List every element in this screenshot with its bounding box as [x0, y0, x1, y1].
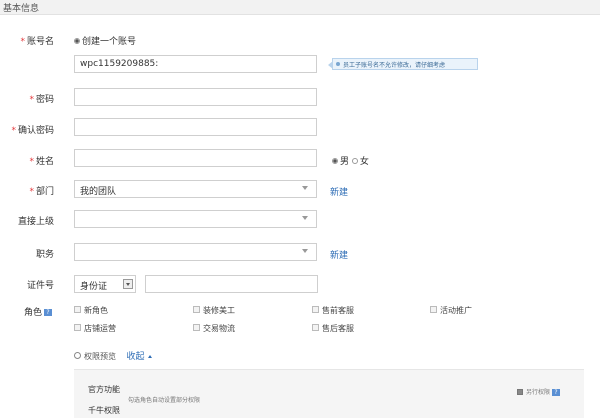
section-header: 基本信息 — [0, 0, 600, 15]
help-icon[interactable]: ? — [552, 389, 561, 396]
create-account-radio[interactable]: 创建一个账号 — [74, 34, 136, 47]
checkbox-icon — [430, 306, 437, 313]
chevron-down-icon — [302, 186, 308, 190]
confirm-password-input[interactable] — [74, 118, 317, 136]
dropdown-button[interactable] — [123, 279, 133, 289]
role-checkbox[interactable]: 装修美工 — [193, 305, 235, 316]
checkbox-icon — [312, 306, 319, 313]
search-icon — [74, 352, 81, 359]
role-checkbox[interactable]: 售前客服 — [312, 305, 354, 316]
chevron-down-icon — [302, 216, 308, 220]
department-new-link[interactable]: 新建 — [330, 185, 348, 198]
chevron-down-icon — [126, 283, 130, 286]
radio-selected-icon — [332, 157, 338, 164]
radio-empty-icon — [351, 157, 358, 164]
role-checkbox[interactable]: 店铺运营 — [74, 323, 116, 334]
password-input[interactable] — [74, 88, 317, 106]
info-icon — [336, 62, 340, 66]
chevron-down-icon — [302, 249, 308, 253]
radio-selected-icon — [74, 37, 80, 44]
permission-panel: 官方功能 勾选角色自动设置部分权限 千牛权限 另行权限? — [74, 369, 584, 418]
id-type-select[interactable]: 身份证 — [74, 275, 136, 293]
checkbox-icon — [193, 324, 200, 331]
permission-preview-label[interactable]: 权限预览 — [84, 352, 116, 361]
roles-label: 角色? — [24, 305, 68, 318]
department-label: * 部门 — [29, 187, 54, 197]
checkbox-icon — [517, 388, 523, 395]
account-label: * 账号名 — [20, 37, 54, 47]
official-permissions-label: 官方功能 — [88, 385, 120, 394]
gender-female-radio[interactable]: 女 — [351, 157, 369, 167]
role-checkbox[interactable]: 交易物流 — [193, 323, 235, 334]
account-name-input[interactable]: wpc1159209885: — [74, 55, 317, 73]
checkbox-icon — [74, 306, 81, 313]
checkbox-icon — [193, 306, 200, 313]
position-new-link[interactable]: 新建 — [330, 248, 348, 261]
account-tip: 员工子账号名不允许修改，请仔细考虑 — [328, 58, 478, 70]
position-label: 职务 — [35, 250, 54, 260]
chevron-up-icon — [147, 355, 152, 358]
gender-male-radio[interactable]: 男 — [332, 157, 349, 167]
id-number-label: 证件号 — [26, 281, 54, 291]
permission-hint: 勾选角色自动设置部分权限 — [128, 397, 201, 404]
checkbox-icon — [74, 324, 81, 331]
supervisor-select[interactable] — [74, 210, 317, 228]
checkbox-icon — [312, 324, 319, 331]
collapse-link[interactable]: 收起 — [127, 352, 145, 362]
id-number-input[interactable] — [145, 275, 318, 293]
confirm-password-label: * 确认密码 — [11, 126, 54, 136]
permission-preview-row: 权限预览 收起 — [74, 349, 152, 362]
role-checkbox[interactable]: 售后客服 — [312, 323, 354, 334]
help-icon[interactable]: ? — [44, 309, 53, 316]
position-select[interactable] — [74, 243, 317, 261]
name-label: * 姓名 — [29, 157, 54, 167]
name-input[interactable] — [74, 149, 317, 167]
supplement-permission-option[interactable]: 另行权限? — [517, 387, 561, 396]
section-title: 基本信息 — [3, 4, 40, 14]
role-checkbox[interactable]: 活动推广 — [430, 305, 472, 316]
qianniu-permissions-label: 千牛权限 — [88, 406, 120, 415]
department-select[interactable]: 我的团队 — [74, 180, 317, 198]
gender-radio-group: 男 女 — [332, 154, 369, 167]
supervisor-label: 直接上级 — [17, 217, 54, 227]
role-checkbox[interactable]: 新角色 — [74, 305, 108, 316]
password-label: * 密码 — [29, 95, 54, 105]
